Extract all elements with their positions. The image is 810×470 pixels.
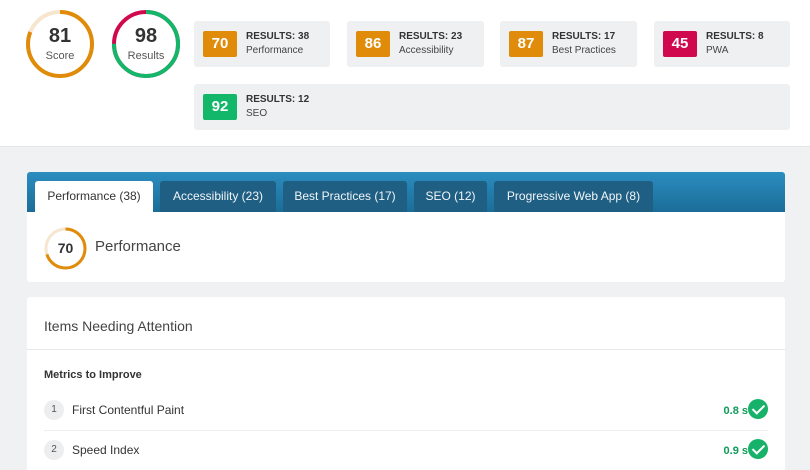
check-circle-icon [748,399,768,419]
category-score-badge: 70 [203,31,237,57]
category-card-accessibility[interactable]: 86 RESULTS: 23 Accessibility [347,21,484,67]
metric-value: 0.9 s [723,445,748,457]
category-score-badge: 92 [203,94,237,120]
divider [27,349,785,350]
check-circle-icon [748,439,768,459]
category-name: PWA [706,45,729,56]
category-score-badge: 86 [356,31,390,57]
metric-row-first-contentful-paint[interactable]: 1 First Contentful Paint 0.8 s [44,391,768,429]
metric-index: 2 [44,440,64,460]
category-name: Accessibility [399,45,454,56]
performance-title: Performance [95,238,181,255]
category-name: Best Practices [552,45,616,56]
category-score-badge: 87 [509,31,543,57]
score-gauge: 81 Score [25,9,95,79]
category-card-performance[interactable]: 70 RESULTS: 38 Performance [194,21,330,67]
metric-name: First Contentful Paint [72,403,185,417]
category-results-count: RESULTS: 8 [706,31,764,42]
tab-best-practices[interactable]: Best Practices (17) [283,181,407,212]
category-card-best-practices[interactable]: 87 RESULTS: 17 Best Practices [500,21,637,67]
category-tab-bar: Performance (38) Accessibility (23) Best… [27,172,785,212]
category-results-count: RESULTS: 12 [246,94,310,105]
category-results-count: RESULTS: 23 [399,31,463,42]
summary-header: 81 Score 98 Results 70 RESULTS: 38 Perfo… [0,0,810,147]
metrics-subtitle: Metrics to Improve [44,369,142,381]
tab-performance[interactable]: Performance (38) [35,181,153,212]
score-label: Score [45,50,75,62]
results-value: 98 [134,25,158,47]
category-panel: Performance (38) Accessibility (23) Best… [27,172,785,282]
attention-title: Items Needing Attention [44,318,193,334]
metric-value: 0.8 s [723,405,748,417]
performance-score: 70 [57,240,74,256]
performance-gauge: 70 [44,227,87,270]
results-gauge: 98 Results [111,9,181,79]
results-label: Results [127,50,165,62]
tab-pwa[interactable]: Progressive Web App (8) [494,181,653,212]
category-name: SEO [246,108,268,119]
category-score-badge: 45 [663,31,697,57]
attention-panel: Items Needing Attention Metrics to Impro… [27,297,785,470]
category-results-count: RESULTS: 38 [246,31,310,42]
tab-accessibility[interactable]: Accessibility (23) [160,181,276,212]
score-value: 81 [48,25,72,47]
metric-row-speed-index[interactable]: 2 Speed Index 0.9 s [44,431,768,469]
category-name: Performance [246,45,304,56]
metric-index: 1 [44,400,64,420]
category-results-count: RESULTS: 17 [552,31,616,42]
category-card-pwa[interactable]: 45 RESULTS: 8 PWA [654,21,790,67]
category-card-seo[interactable]: 92 RESULTS: 12 SEO [194,84,790,130]
metric-name: Speed Index [72,443,140,457]
tab-seo[interactable]: SEO (12) [414,181,487,212]
